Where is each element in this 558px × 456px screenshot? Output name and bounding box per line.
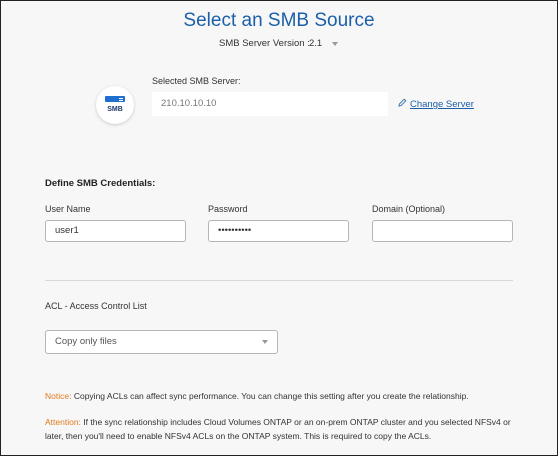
smb-version-select[interactable]: 2.1 [309,38,322,49]
chevron-down-icon[interactable] [262,340,268,344]
attention-prefix: Attention: [45,417,81,427]
username-input[interactable]: user1 [45,220,186,242]
selected-server-label: Selected SMB Server: [152,76,241,86]
acl-select[interactable]: Copy only files [45,330,278,354]
notice-text: Copying ACLs can affect sync performance… [73,391,469,401]
change-server-link[interactable]: Change Server [410,99,474,110]
notice-message: Notice: Copying ACLs can affect sync per… [45,391,525,401]
username-label: User Name [45,204,91,214]
notice-prefix: Notice: [45,391,72,401]
smb-version-label: SMB Server Version : [219,38,310,49]
domain-input[interactable] [372,220,513,242]
chevron-down-icon[interactable] [332,42,338,46]
pencil-icon[interactable] [398,98,407,107]
page-title: Select an SMB Source [183,10,375,31]
attention-message: Attention: If the sync relationship incl… [45,415,515,443]
selected-server-field: 210.10.10.10 [152,92,388,116]
smb-server-icon: SMB [96,86,134,124]
domain-label: Domain (Optional) [372,204,446,214]
smb-icon-label: SMB [107,106,123,113]
dialog-frame: Select an SMB Source SMB Server Version … [0,0,558,456]
acl-label: ACL - Access Control List [45,301,147,311]
section-divider [45,280,513,281]
credentials-heading: Define SMB Credentials: [45,178,156,189]
password-input[interactable]: •••••••••• [208,220,349,242]
password-label: Password [208,204,248,214]
server-icon [105,96,125,102]
attention-text: If the sync relationship includes Cloud … [45,417,511,441]
